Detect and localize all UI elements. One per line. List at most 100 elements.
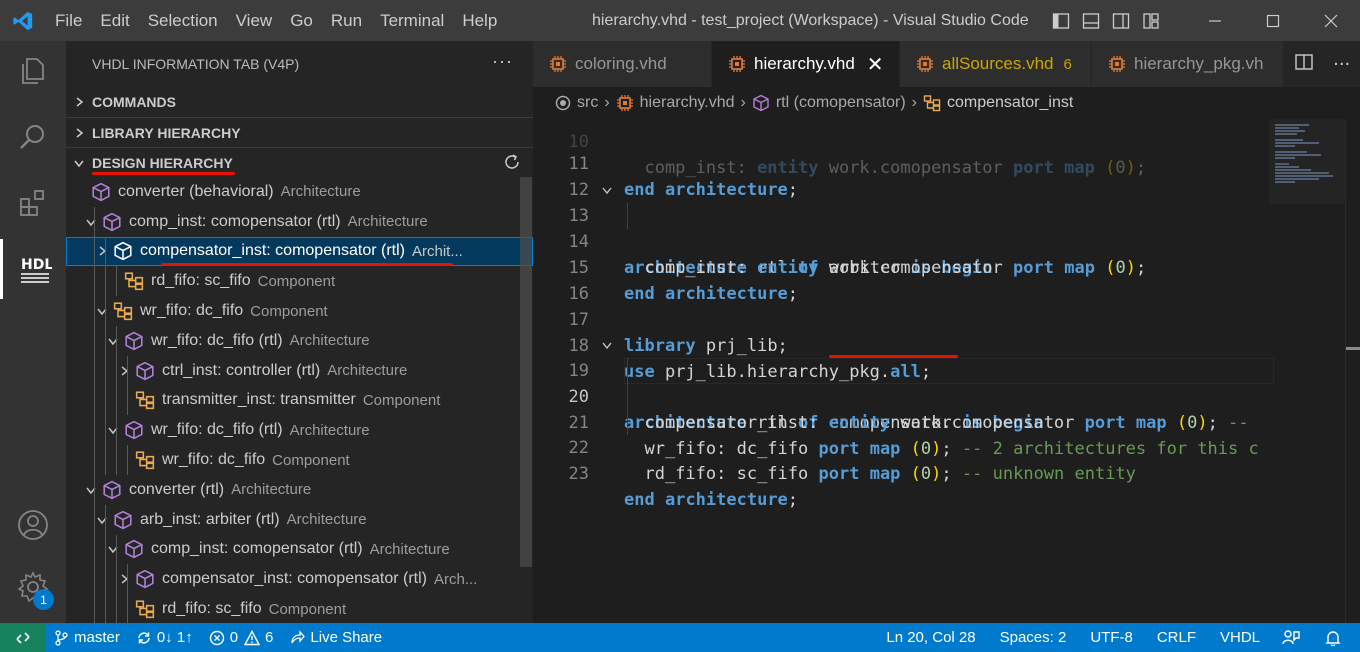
- tab-label: hierarchy_pkg.vh: [1134, 54, 1264, 73]
- editor-scrollbar[interactable]: [1345, 119, 1360, 623]
- section-library-hierarchy[interactable]: LIBRARY HIERARCHY: [66, 117, 533, 147]
- tab-coloring[interactable]: coloring.vhd: [533, 41, 712, 87]
- close-tab-icon[interactable]: ✕: [867, 52, 884, 77]
- search-icon[interactable]: [0, 107, 66, 167]
- error-icon: [209, 630, 224, 645]
- tree-indent-guide: [105, 266, 106, 297]
- refresh-icon[interactable]: [503, 153, 521, 174]
- code-editor[interactable]: 10 comp_inst: entity work.comopensator p…: [533, 112, 1360, 623]
- menu-selection[interactable]: Selection: [139, 0, 227, 41]
- branch-status[interactable]: master: [46, 629, 128, 646]
- chevron-right-icon[interactable]: [114, 573, 134, 585]
- tree-indent-guide: [105, 355, 106, 386]
- account-icon[interactable]: [0, 495, 66, 555]
- feedback-icon[interactable]: [1272, 629, 1315, 647]
- cursor-position[interactable]: Ln 20, Col 28: [874, 629, 987, 646]
- toggle-panel-button[interactable]: [1076, 0, 1106, 41]
- minimap[interactable]: [1269, 119, 1345, 204]
- indent-guide: [627, 358, 628, 435]
- live-share-button[interactable]: Live Share: [281, 629, 390, 646]
- fold-chevron-icon[interactable]: [599, 332, 615, 358]
- indentation[interactable]: Spaces: 2: [988, 629, 1079, 646]
- breadcrumb-label: src: [577, 94, 599, 111]
- tab-allsources[interactable]: allSources.vhd 6: [900, 41, 1092, 87]
- tree-item[interactable]: arb_inst: arbiter (rtl) Architecture: [66, 504, 533, 535]
- customize-layout-button[interactable]: [1136, 0, 1166, 41]
- tab-hierarchy[interactable]: hierarchy.vhd ✕: [712, 41, 900, 87]
- tree-item[interactable]: ctrl_inst: controller (rtl) Architecture: [66, 355, 533, 386]
- tree-indent-guide: [94, 355, 95, 386]
- sync-status[interactable]: 0↓ 1↑: [128, 629, 201, 646]
- tree-item[interactable]: converter (rtl) Architecture: [66, 474, 533, 505]
- chevron-down-icon[interactable]: [103, 424, 123, 436]
- toggle-sidebar-button[interactable]: [1046, 0, 1076, 41]
- menu-run[interactable]: Run: [322, 0, 371, 41]
- tree-indent-guide: [105, 415, 106, 446]
- split-editor-icon[interactable]: [1294, 52, 1314, 76]
- editor-actions: ···: [1284, 41, 1360, 87]
- encoding[interactable]: UTF-8: [1078, 629, 1145, 646]
- chevron-down-icon[interactable]: [81, 216, 101, 228]
- tree-item[interactable]: comp_inst: comopensator (rtl) Architectur…: [66, 206, 533, 237]
- tree-item[interactable]: rd_fifo: sc_fifo Component: [66, 594, 533, 623]
- tab-label: allSources.vhd: [942, 54, 1054, 73]
- notifications-bell-icon[interactable]: [1315, 630, 1360, 646]
- fold-chevron-icon[interactable]: [599, 177, 615, 203]
- menu-edit[interactable]: Edit: [91, 0, 138, 41]
- tree-indent-guide: [116, 415, 117, 446]
- breadcrumb-file[interactable]: hierarchy.vhd: [616, 94, 735, 112]
- tab-hierarchy-pkg[interactable]: hierarchy_pkg.vh: [1092, 41, 1284, 87]
- tree-item[interactable]: wr_fifo: dc_fifo Component: [66, 296, 533, 326]
- maximize-button[interactable]: [1244, 0, 1302, 41]
- tree-item[interactable]: compensator_inst: comopensator (rtl) Arch…: [66, 236, 533, 267]
- sidebar-scrollbar[interactable]: [520, 177, 532, 567]
- breadcrumb-instance[interactable]: compensator_inst: [923, 94, 1073, 112]
- error-count: 0: [229, 629, 239, 646]
- tree-item[interactable]: comp_inst: comopensator (rtl) Architectur…: [66, 534, 533, 565]
- menu-view[interactable]: View: [227, 0, 282, 41]
- explorer-icon[interactable]: [0, 41, 66, 101]
- tree-item[interactable]: wr_fifo: dc_fifo (rtl) Architecture: [66, 415, 533, 446]
- tree-item[interactable]: transmitter_inst: transmitter Component: [66, 385, 533, 416]
- component-icon: [123, 271, 145, 291]
- tree-item[interactable]: rd_fifo: sc_fifo Component: [66, 266, 533, 297]
- hdl-icon[interactable]: HDL: [0, 239, 66, 299]
- tree-item[interactable]: wr_fifo: dc_fifo Component: [66, 445, 533, 475]
- component-icon: [112, 301, 134, 321]
- tree-indent-guide: [127, 594, 128, 623]
- chevron-down-icon[interactable]: [103, 335, 123, 347]
- minimize-button[interactable]: [1186, 0, 1244, 41]
- chevron-down-icon[interactable]: [92, 305, 112, 317]
- language-mode[interactable]: VHDL: [1208, 629, 1272, 646]
- code-line-12: 12: [568, 180, 589, 200]
- end-of-line[interactable]: CRLF: [1145, 629, 1208, 646]
- toggle-secondary-sidebar-button[interactable]: [1106, 0, 1136, 41]
- menu-go[interactable]: Go: [281, 0, 322, 41]
- tree-item-description: Architecture: [286, 511, 367, 529]
- tree-item[interactable]: wr_fifo: dc_fifo (rtl) Architecture: [66, 325, 533, 356]
- chevron-down-icon[interactable]: [81, 484, 101, 496]
- architecture-cube-icon: [112, 510, 134, 530]
- more-actions-button[interactable]: ···: [492, 51, 513, 72]
- extensions-icon[interactable]: [0, 173, 66, 233]
- breadcrumb-src[interactable]: src: [555, 94, 598, 112]
- menu-help[interactable]: Help: [453, 0, 506, 41]
- tree-item[interactable]: converter (behavioral) Architecture: [66, 177, 533, 207]
- close-window-button[interactable]: [1302, 0, 1360, 41]
- tree-item[interactable]: compensator_inst: comopensator (rtl) Arch…: [66, 564, 533, 595]
- section-commands[interactable]: COMMANDS: [66, 87, 533, 117]
- remote-indicator[interactable]: [0, 623, 46, 652]
- more-actions-icon[interactable]: ···: [1333, 54, 1350, 75]
- menu-terminal[interactable]: Terminal: [371, 0, 453, 41]
- chevron-down-icon[interactable]: [103, 543, 123, 555]
- settings-gear-icon[interactable]: [0, 557, 66, 617]
- chevron-down-icon[interactable]: [92, 514, 112, 526]
- tree-item-label: converter (behavioral): [118, 182, 274, 200]
- chevron-right-icon[interactable]: [114, 365, 134, 377]
- tree-item-description: Component: [257, 272, 336, 290]
- breadcrumb-architecture[interactable]: rtl (comopensator): [752, 94, 906, 112]
- chevron-right-icon[interactable]: [92, 245, 112, 257]
- tree-indent-guide: [105, 236, 106, 267]
- menu-file[interactable]: File: [46, 0, 91, 41]
- problems-status[interactable]: 0 6: [201, 629, 282, 646]
